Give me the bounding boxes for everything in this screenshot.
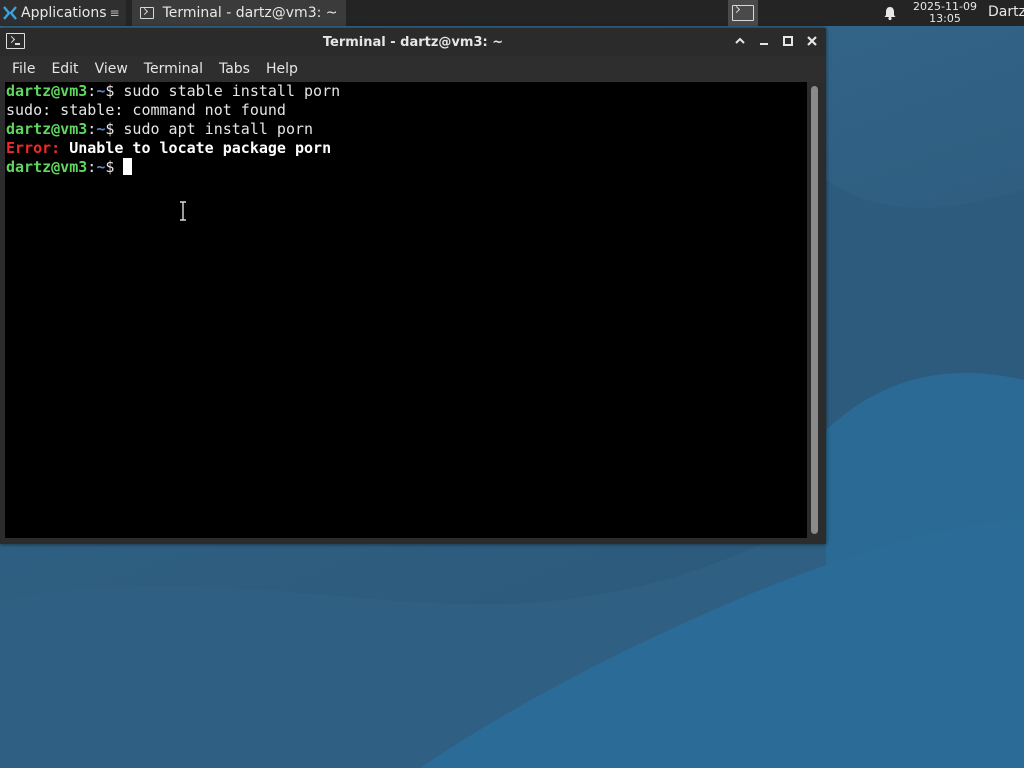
- minimize-icon: [760, 43, 768, 45]
- ibeam-cursor-icon: [180, 201, 186, 221]
- prompt-symbol: $: [105, 120, 124, 138]
- terminal-line-5: dartz@vm3:~$: [6, 158, 806, 177]
- prompt-user: dartz@vm3: [6, 120, 88, 138]
- prompt-symbol: $: [105, 82, 124, 100]
- minimize-button[interactable]: [756, 32, 772, 50]
- clock-time: 13:05: [929, 12, 961, 25]
- output-text: sudo: stable: command not found: [6, 101, 286, 119]
- menu-view[interactable]: View: [87, 61, 136, 77]
- shade-button[interactable]: [732, 32, 748, 50]
- prompt-symbol: $: [105, 158, 124, 176]
- notification-bell-icon[interactable]: [882, 5, 898, 21]
- xfce-logo-icon: [3, 6, 17, 20]
- terminal-window-icon[interactable]: [6, 33, 25, 49]
- text-cursor: [123, 158, 133, 175]
- terminal-window: Terminal - dartz@vm3: ~ File Edit View T…: [0, 28, 826, 544]
- menu-bar: File Edit View Terminal Tabs Help: [0, 56, 826, 82]
- applications-label: Applications: [21, 5, 107, 21]
- panel-clock[interactable]: 2025-11-09 13:05: [912, 1, 978, 25]
- terminal-scrollbar[interactable]: [809, 82, 821, 538]
- prompt-user: dartz@vm3: [6, 158, 88, 176]
- menu-tabs[interactable]: Tabs: [211, 61, 258, 77]
- menu-edit[interactable]: Edit: [43, 61, 86, 77]
- applications-menu-button[interactable]: Applications ≡: [0, 0, 126, 26]
- applications-menu-icon: ≡: [109, 6, 120, 20]
- taskbar-terminal-label: Terminal - dartz@vm3: ~: [162, 5, 338, 21]
- menu-file[interactable]: File: [4, 61, 43, 77]
- chevron-up-icon: [735, 37, 745, 44]
- prompt-separator: :: [87, 82, 97, 100]
- prompt-path: ~: [96, 120, 106, 138]
- command-text: sudo apt install porn: [123, 120, 314, 138]
- scrollbar-thumb[interactable]: [811, 86, 818, 534]
- terminal-line-4: Error: Unable to locate package porn: [6, 139, 806, 158]
- prompt-user: dartz@vm3: [6, 82, 88, 100]
- prompt-path: ~: [96, 158, 106, 176]
- close-icon: [807, 36, 817, 46]
- prompt-separator: :: [87, 120, 97, 138]
- terminal-line-2: sudo: stable: command not found: [6, 101, 806, 120]
- window-titlebar[interactable]: Terminal - dartz@vm3: ~: [0, 28, 826, 56]
- prompt-path: ~: [96, 82, 106, 100]
- command-text: sudo stable install porn: [123, 82, 341, 100]
- prompt-separator: :: [87, 158, 97, 176]
- terminal-line-1: dartz@vm3:~$ sudo stable install porn: [6, 82, 806, 101]
- top-panel: Applications ≡ Terminal - dartz@vm3: ~: [0, 0, 1024, 26]
- tray-terminal-launcher[interactable]: [728, 0, 758, 26]
- menu-terminal[interactable]: Terminal: [136, 61, 211, 77]
- terminal-icon: [139, 7, 154, 19]
- taskbar-terminal-button[interactable]: Terminal - dartz@vm3: ~: [131, 0, 346, 26]
- error-text: Unable to locate package porn: [60, 139, 332, 157]
- close-button[interactable]: [804, 32, 820, 50]
- error-label: Error:: [6, 139, 61, 157]
- maximize-button[interactable]: [780, 32, 796, 50]
- menu-help[interactable]: Help: [258, 61, 306, 77]
- window-title: Terminal - dartz@vm3: ~: [322, 34, 504, 50]
- terminal-launcher-icon: [732, 5, 754, 21]
- terminal-output-area[interactable]: dartz@vm3:~$ sudo stable install porn su…: [5, 82, 807, 538]
- terminal-line-3: dartz@vm3:~$ sudo apt install porn: [6, 120, 806, 139]
- maximize-icon: [783, 36, 793, 46]
- panel-user-menu[interactable]: Dartz: [988, 4, 1024, 20]
